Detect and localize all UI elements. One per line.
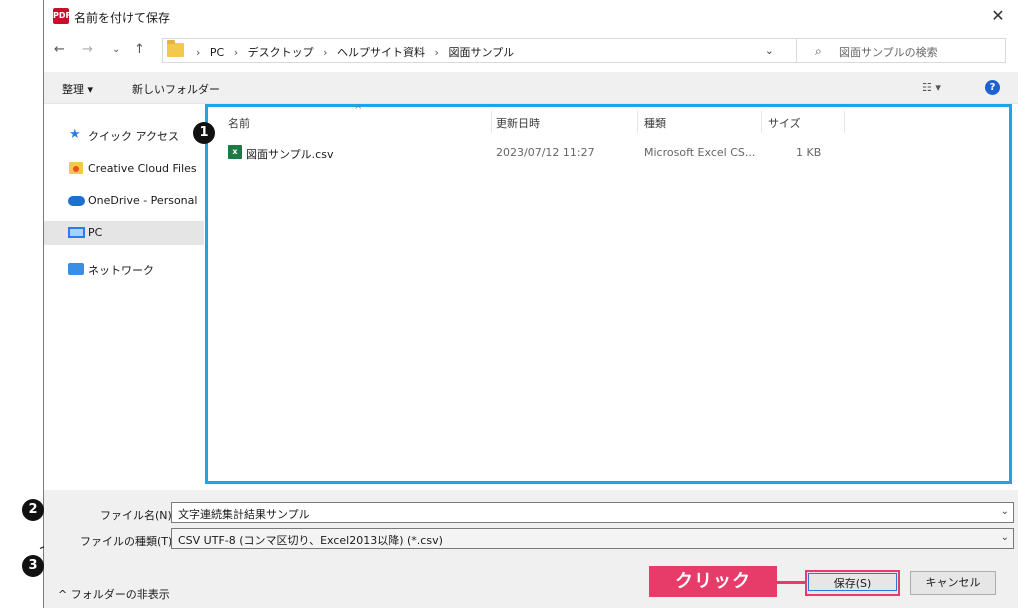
up-arrow-icon[interactable]: ↑ (134, 42, 145, 57)
breadcrumb-separator: › (196, 46, 201, 59)
filetype-label: ファイルの種類(T): (80, 535, 177, 548)
computer-icon (68, 227, 85, 238)
filetype-select[interactable]: CSV UTF-8 (コンマ区切り、Excel2013以降) (*.csv) ⌄ (171, 528, 1014, 549)
breadcrumb-help-site[interactable]: ヘルプサイト資料 (337, 46, 425, 59)
sidebar-item-network[interactable]: ネットワーク (44, 257, 204, 281)
new-folder-button[interactable]: 新しいフォルダー (132, 81, 220, 97)
filetype-value: CSV UTF-8 (コンマ区切り、Excel2013以降) (*.csv) (178, 534, 443, 547)
star-icon: ★ (69, 127, 81, 142)
file-modified: 2023/07/12 11:27 (496, 146, 595, 159)
column-header-size[interactable]: サイズ (768, 115, 801, 131)
sidebar-item-creative-cloud[interactable]: Creative Cloud Files (44, 157, 204, 181)
search-input[interactable]: ⌕ 図面サンプルの検索 (796, 38, 1006, 63)
hide-folders-toggle[interactable]: ^ フォルダーの非表示 (58, 586, 170, 602)
navigation-pane: ★ クイック アクセス Creative Cloud Files OneDriv… (44, 104, 204, 470)
network-icon (68, 263, 84, 275)
filename-dropdown-chevron-icon[interactable]: ⌄ (1001, 506, 1009, 517)
back-arrow-icon[interactable]: ← (54, 42, 65, 57)
command-toolbar: 整理 ▾ 新しいフォルダー ☷ ▾ ? (44, 72, 1018, 104)
organize-menu[interactable]: 整理 ▾ (62, 81, 93, 97)
excel-csv-file-icon: x (228, 145, 242, 159)
window-title: 名前を付けて保存 (74, 11, 171, 25)
forward-arrow-icon[interactable]: → (82, 42, 93, 57)
close-button[interactable]: ✕ (984, 4, 1012, 28)
table-row[interactable]: x 図面サンプル.csv 2023/07/12 11:27 Microsoft … (228, 143, 828, 163)
file-list[interactable]: ^ 名前 更新日時 種類 サイズ x 図面サンプル.csv 2023/07/12… (205, 104, 1012, 484)
navigation-bar: ← → ⌄ ↑ › PC › デスクトップ › ヘルプサイト資料 › 図面サンプ… (44, 34, 1018, 68)
column-divider[interactable] (761, 111, 762, 133)
click-callout-label: クリック (649, 566, 777, 597)
sidebar-item-pc[interactable]: PC (44, 221, 204, 245)
callout-badge-1: 1 (193, 122, 215, 144)
sidebar-item-label: Creative Cloud Files (88, 162, 197, 175)
file-name: 図面サンプル.csv (246, 148, 334, 161)
breadcrumb: › PC › デスクトップ › ヘルプサイト資料 › 図面サンプル (190, 44, 514, 60)
save-form: ファイル名(N): 文字連続集計結果サンプル ⌄ ファイルの種類(T): CSV… (44, 490, 1018, 608)
cancel-button[interactable]: キャンセル (910, 571, 996, 595)
file-size: 1 KB (796, 146, 822, 159)
column-divider[interactable] (637, 111, 638, 133)
breadcrumb-desktop[interactable]: デスクトップ (248, 46, 314, 59)
sidebar-item-label: OneDrive - Personal (88, 194, 198, 207)
view-options-icon[interactable]: ☷ ▾ (922, 81, 941, 94)
file-type: Microsoft Excel CS... (644, 146, 756, 159)
filename-value: 文字連続集計結果サンプル (178, 508, 310, 521)
breadcrumb-pc[interactable]: PC (210, 46, 224, 59)
address-bar[interactable]: › PC › デスクトップ › ヘルプサイト資料 › 図面サンプル ⌄ ↻ (162, 38, 827, 63)
callout-badge-3: 3 (22, 555, 44, 577)
pdf-app-icon: PDF (53, 8, 71, 24)
breadcrumb-separator: › (434, 46, 439, 59)
cloud-icon (68, 196, 85, 206)
sidebar-item-quick-access[interactable]: ★ クイック アクセス (44, 123, 204, 147)
title-bar: PDF 名前を付けて保存 ✕ (44, 0, 1018, 33)
sidebar-item-label: ネットワーク (88, 264, 154, 277)
folder-icon (167, 40, 184, 57)
sidebar-item-label: PC (88, 226, 103, 239)
search-icon: ⌕ (815, 44, 822, 58)
creative-cloud-folder-icon (69, 162, 83, 174)
address-dropdown-chevron-icon[interactable]: ⌄ (765, 44, 774, 57)
breadcrumb-separator: › (233, 46, 239, 59)
sidebar-item-onedrive[interactable]: OneDrive - Personal (44, 189, 204, 213)
column-divider[interactable] (491, 111, 492, 133)
search-placeholder: 図面サンプルの検索 (839, 46, 938, 59)
filetype-dropdown-chevron-icon[interactable]: ⌄ (1001, 532, 1009, 543)
filename-label: ファイル名(N): (100, 509, 176, 522)
breadcrumb-drawing-sample[interactable]: 図面サンプル (448, 46, 514, 59)
callout-badge-2: 2 (22, 499, 44, 521)
breadcrumb-separator: › (323, 46, 328, 59)
column-header-type[interactable]: 種類 (644, 115, 666, 131)
sort-ascending-icon: ^ (354, 105, 363, 116)
save-button-label: 保存(S) (808, 573, 897, 591)
sidebar-item-label: クイック アクセス (88, 130, 179, 143)
column-header-name[interactable]: 名前 (228, 115, 250, 131)
filename-input[interactable]: 文字連続集計結果サンプル ⌄ (171, 502, 1014, 523)
click-callout-line (777, 581, 805, 584)
column-header-modified[interactable]: 更新日時 (496, 115, 540, 131)
help-icon[interactable]: ? (985, 80, 1000, 95)
recent-locations-chevron-icon[interactable]: ⌄ (112, 44, 120, 55)
column-divider[interactable] (844, 111, 845, 133)
save-button[interactable]: 保存(S) (805, 570, 900, 596)
